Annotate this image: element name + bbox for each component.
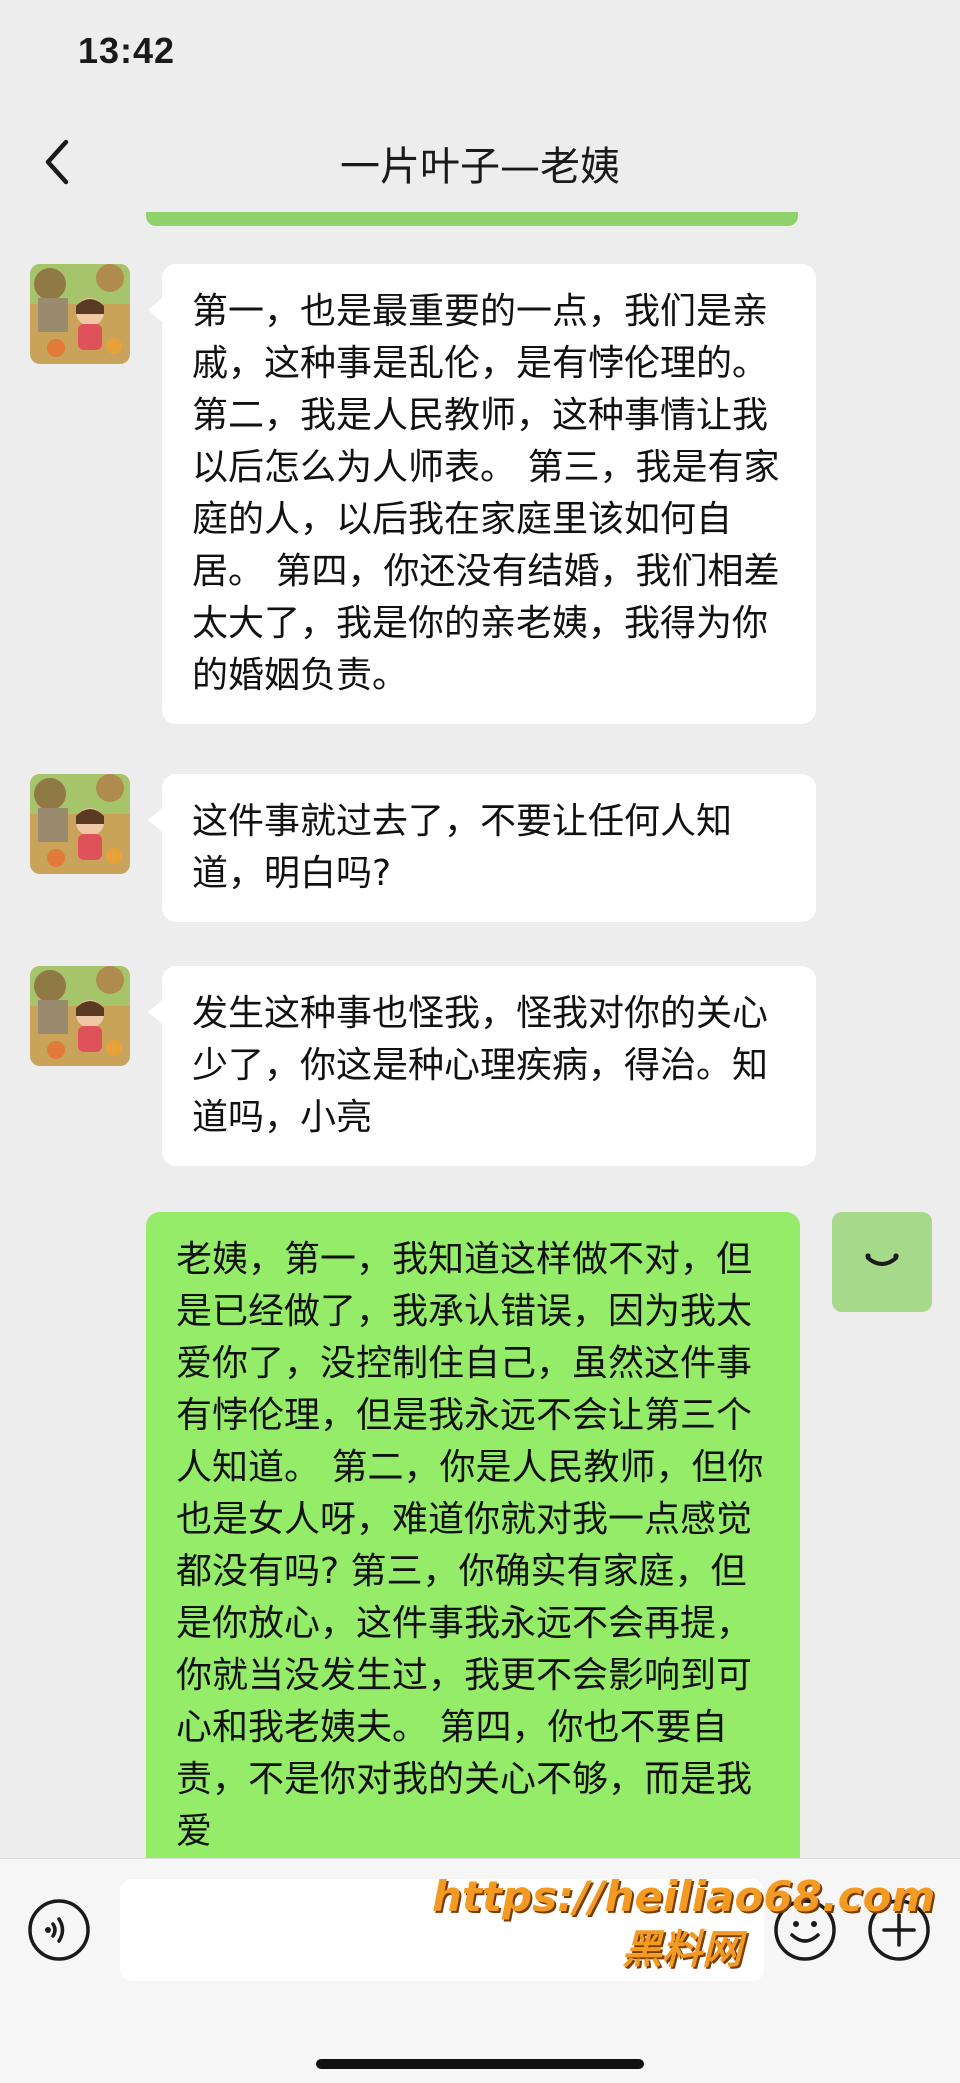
message-text: 第一，也是最重要的一点，我们是亲戚，这种事是乱伦，是有悖伦理的。 第二，我是人民… <box>192 291 780 696</box>
avatar-image <box>30 774 130 874</box>
self-avatar[interactable] <box>832 1212 932 1312</box>
voice-button[interactable] <box>26 1897 92 1963</box>
chat-title[interactable]: 一片叶子—老姨 <box>0 134 960 192</box>
incoming-message-bubble[interactable]: 第一，也是最重要的一点，我们是亲戚，这种事是乱伦，是有悖伦理的。 第二，我是人民… <box>148 264 816 724</box>
voice-icon <box>28 1899 90 1961</box>
home-indicator <box>316 2059 644 2069</box>
avatar-image <box>30 966 130 1066</box>
contact-avatar[interactable] <box>30 966 130 1066</box>
message-text: 这件事就过去了，不要让任何人知道，明白吗? <box>192 801 733 894</box>
status-time: 13:42 <box>78 30 176 71</box>
status-bar: 13:42 <box>0 0 960 110</box>
smiley-avatar-icon <box>865 1253 899 1266</box>
avatar-image <box>30 264 130 364</box>
incoming-message-bubble[interactable]: 这件事就过去了，不要让任何人知道，明白吗? <box>148 774 816 922</box>
message-text: 发生这种事也怪我，怪我对你的关心少了，你这是种心理疾病，得治。知道吗，小亮 <box>192 993 769 1138</box>
chat-header: 一片叶子—老姨 <box>0 110 960 220</box>
contact-avatar[interactable] <box>30 774 130 874</box>
watermark-url: https://heiliao68.com <box>432 1872 936 1921</box>
watermark: https://heiliao68.com 黑料网 <box>432 1870 936 1976</box>
message-text: 老姨，第一，我知道这样做不对，但是已经做了，我承认错误，因为我太爱你了，没控制住… <box>176 1239 764 1852</box>
watermark-name: 黑料网 <box>622 1927 742 1973</box>
pinned-bar <box>146 212 798 226</box>
outgoing-message-bubble[interactable]: 老姨，第一，我知道这样做不对，但是已经做了，我承认错误，因为我太爱你了，没控制住… <box>146 1212 800 1872</box>
contact-avatar[interactable] <box>30 264 130 364</box>
incoming-message-bubble[interactable]: 发生这种事也怪我，怪我对你的关心少了，你这是种心理疾病，得治。知道吗，小亮 <box>148 966 816 1166</box>
